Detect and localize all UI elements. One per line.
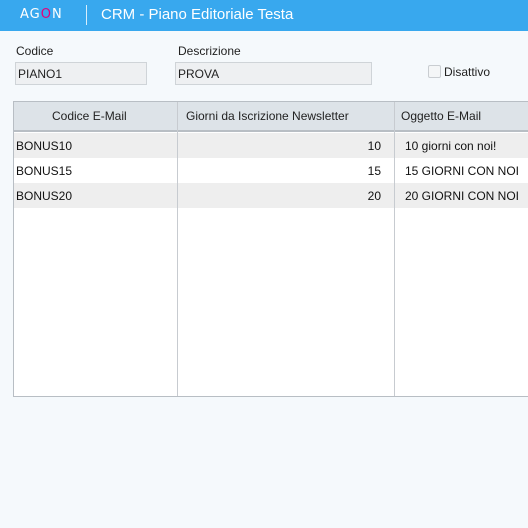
column-gridline [177, 132, 178, 396]
column-divider[interactable] [394, 102, 395, 132]
cell-oggetto: 15 GIORNI CON NOI [405, 164, 520, 178]
column-header-oggetto[interactable]: Oggetto E-Mail [401, 109, 481, 123]
email-grid[interactable]: Codice E-Mail Giorni da Iscrizione Newsl… [13, 101, 528, 397]
codice-label: Codice [16, 44, 54, 58]
table-row[interactable]: BONUS10 10 10 giorni con noi! [14, 133, 528, 158]
cell-codice: BONUS10 [16, 139, 73, 153]
cell-giorni: 20 [367, 189, 381, 203]
window-title: CRM - Piano Editoriale Testa [101, 6, 294, 23]
agon-logo: AGON [20, 7, 63, 22]
cell-codice: BONUS15 [16, 164, 73, 178]
column-header-giorni[interactable]: Giorni da Iscrizione Newsletter [186, 109, 349, 123]
column-divider[interactable] [177, 102, 178, 132]
table-row[interactable]: BONUS20 20 20 GIORNI CON NOI [14, 183, 528, 208]
cell-codice: BONUS20 [16, 189, 73, 203]
codice-field[interactable]: PIANO1 [15, 62, 147, 85]
title-separator [86, 5, 87, 25]
cell-giorni: 10 [367, 139, 381, 153]
title-bar: AGON CRM - Piano Editoriale Testa [0, 0, 528, 31]
cell-giorni: 15 [367, 164, 381, 178]
table-row[interactable]: BONUS15 15 15 GIORNI CON NOI [14, 158, 528, 183]
descrizione-label: Descrizione [178, 44, 241, 58]
descrizione-field[interactable]: PROVA [175, 62, 372, 85]
grid-header: Codice E-Mail Giorni da Iscrizione Newsl… [14, 102, 528, 132]
disattivo-checkbox[interactable] [428, 65, 441, 78]
column-gridline [394, 132, 395, 396]
cell-oggetto: 20 GIORNI CON NOI [405, 189, 520, 203]
cell-oggetto: 10 giorni con noi! [405, 139, 497, 153]
column-header-codice[interactable]: Codice E-Mail [52, 109, 127, 123]
disattivo-label: Disattivo [444, 65, 491, 79]
